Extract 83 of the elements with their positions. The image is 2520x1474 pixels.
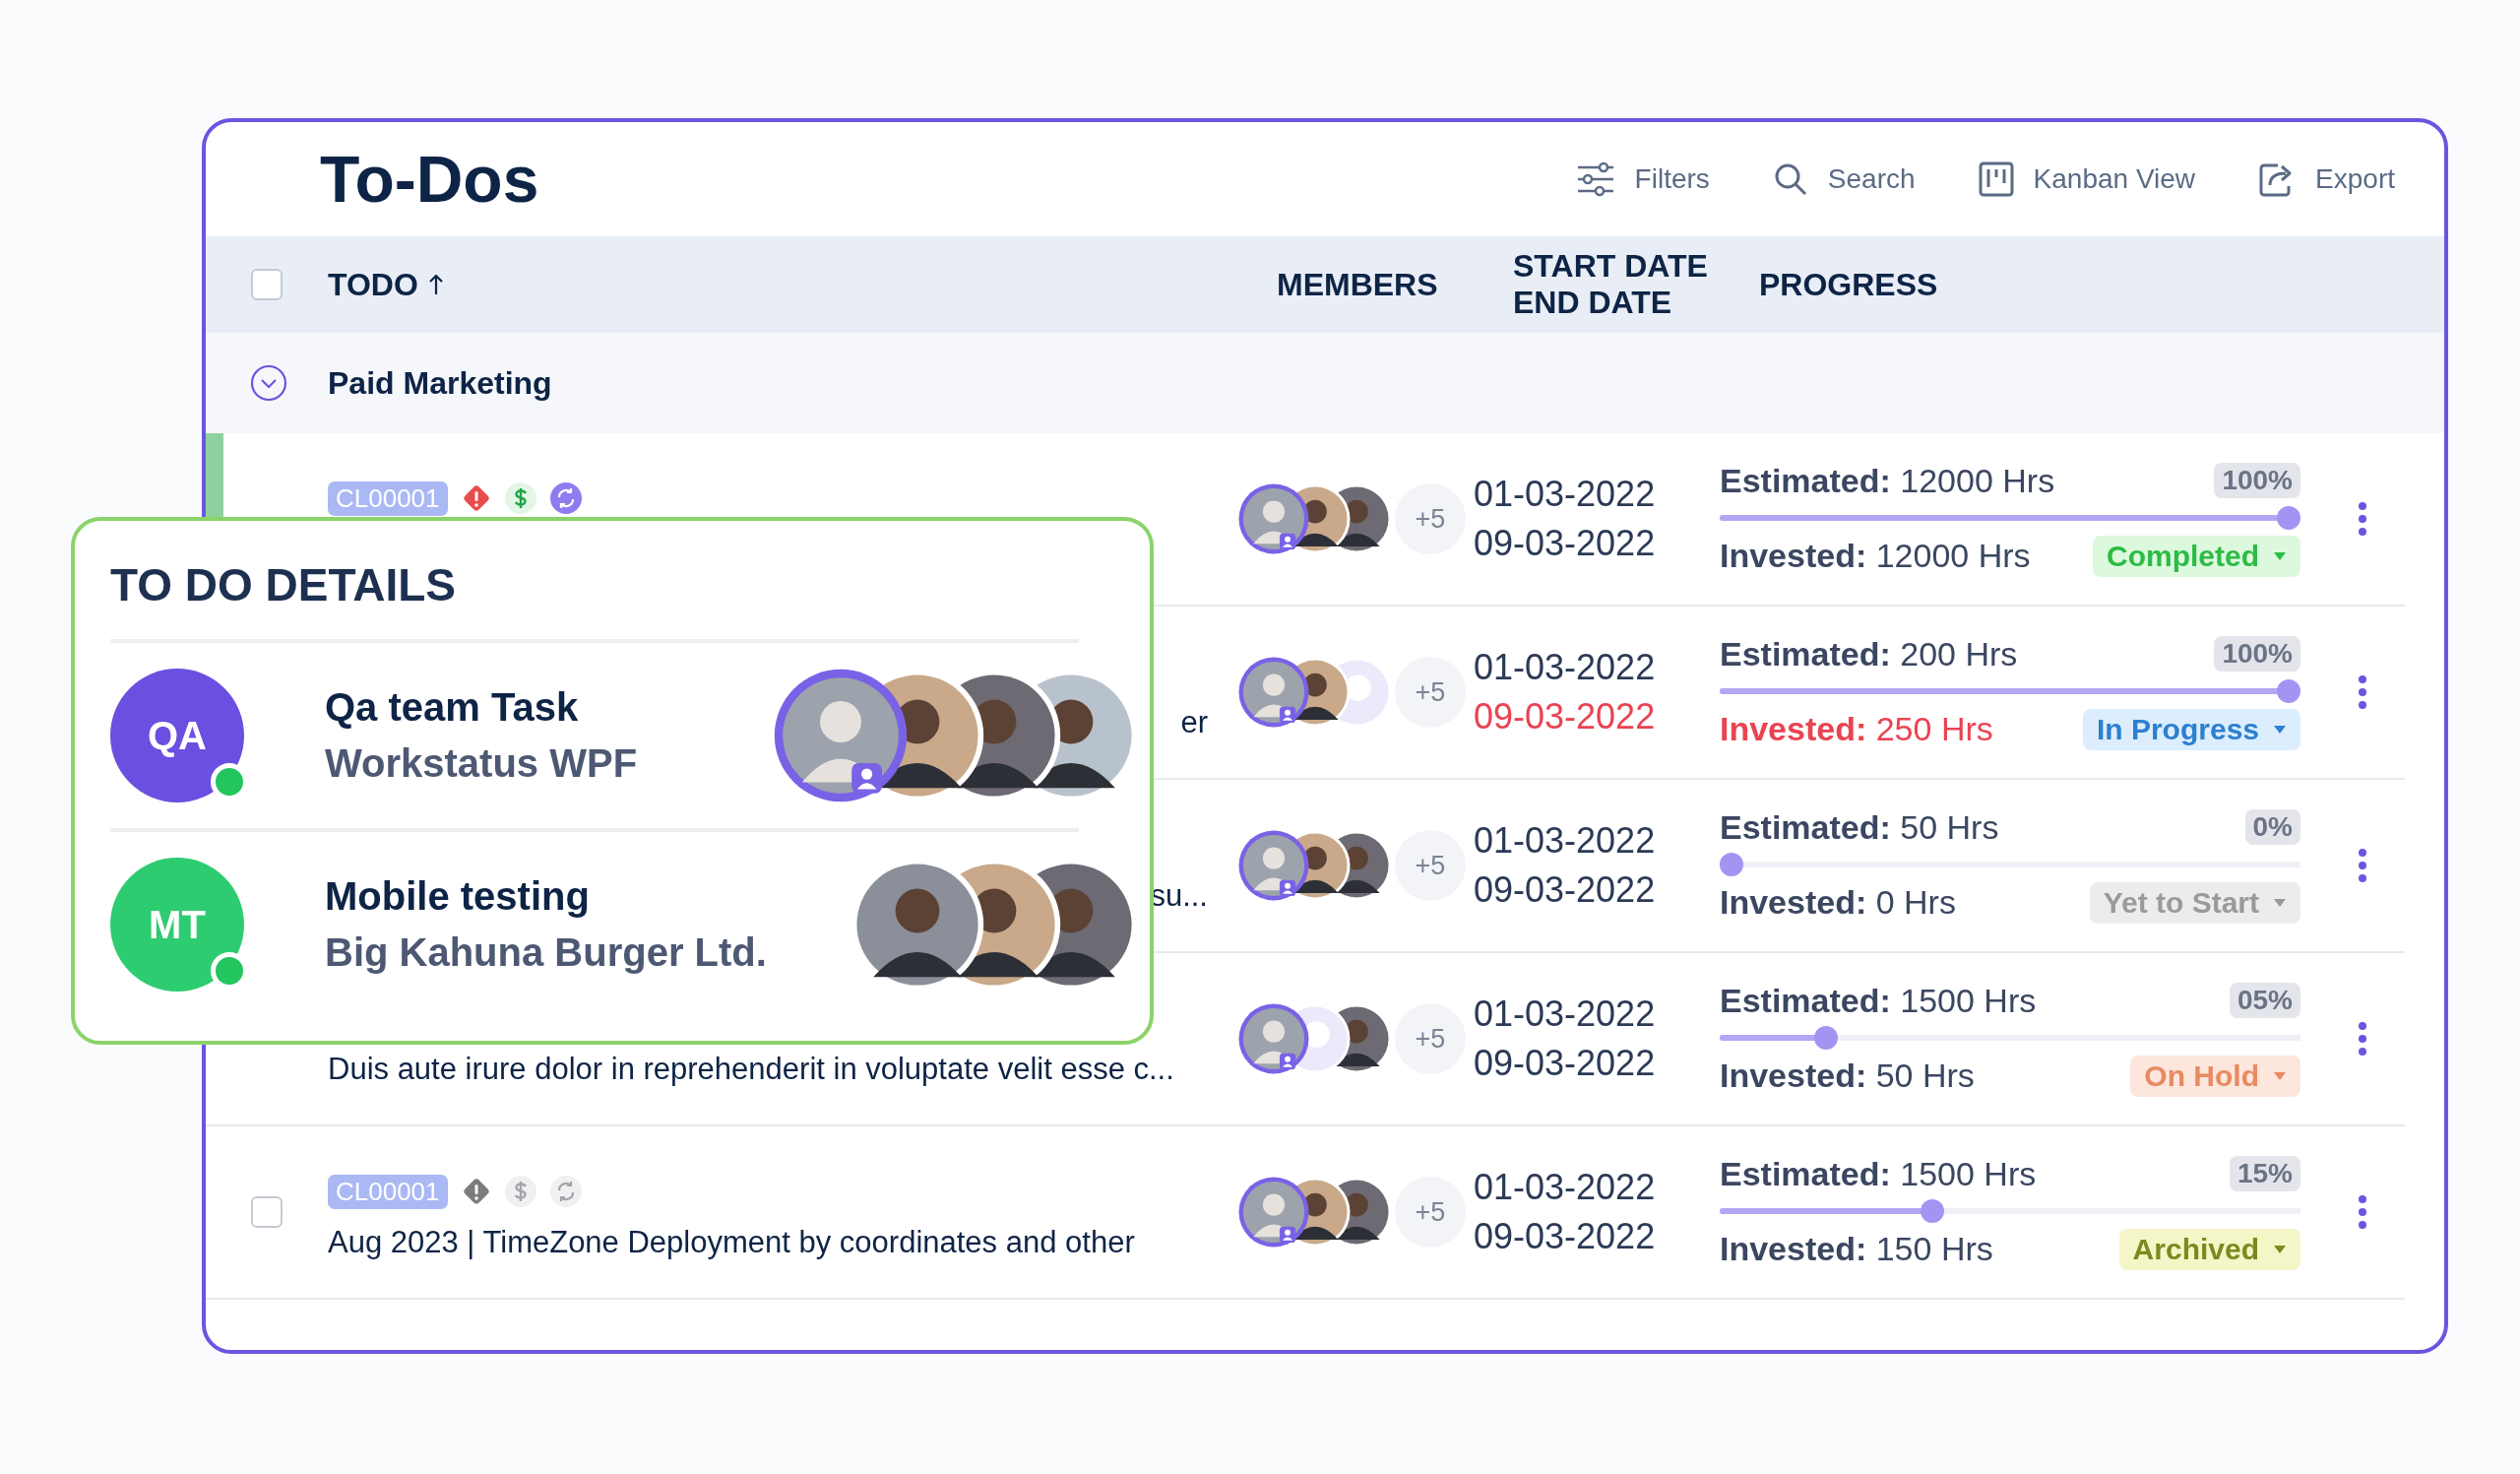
more-members-count[interactable]: +5 (1395, 1177, 1466, 1248)
popup-title: TO DO DETAILS (110, 541, 1079, 643)
more-members-count[interactable]: +5 (1395, 1003, 1466, 1074)
caret-icon (2273, 550, 2287, 561)
estimated-hours: Estimated: 12000 Hrs (1720, 461, 2055, 500)
estimated-hours: Estimated: 1500 Hrs (1720, 1154, 2037, 1193)
sync-icon (549, 1176, 582, 1207)
more-members-count[interactable]: +5 (1395, 830, 1466, 901)
end-date: 09-03-2022 (1474, 523, 1657, 564)
progress-thumb[interactable] (2277, 678, 2300, 703)
more-options-icon[interactable] (2358, 1194, 2367, 1230)
percent-badge: 05% (2229, 983, 2300, 1018)
invested-hours: Invested: 12000 Hrs (1720, 537, 2031, 575)
dollar-icon (504, 482, 536, 514)
task-title[interactable]: Duis aute irure dolor in reprehenderit in voluptate velit esse c... (328, 1052, 1237, 1087)
toolbar-button[interactable]: Search (1772, 161, 1916, 197)
dollar-icon (504, 1176, 536, 1207)
initials-avatar: MT (110, 858, 244, 992)
percent-badge: 0% (2244, 809, 2300, 845)
column-header: MEMBERS (1277, 266, 1438, 303)
more-members-count[interactable]: +5 (1395, 657, 1466, 728)
invested-hours: Invested: 50 Hrs (1720, 1057, 1975, 1095)
column-header: START DATE (1513, 248, 1709, 285)
percent-badge: 15% (2229, 1156, 2300, 1191)
column-header: END DATE (1513, 285, 1673, 321)
column-header: PROGRESS (1759, 266, 1938, 303)
task-name: Qa team Task (325, 685, 580, 730)
end-date: 09-03-2022 (1474, 869, 1657, 911)
more-options-icon[interactable] (2358, 848, 2367, 883)
task-name: Mobile testing (325, 874, 591, 919)
caret-icon (2273, 897, 2287, 908)
end-date: 09-03-2022 (1474, 1043, 1657, 1084)
toolbar-button[interactable]: Export (2258, 161, 2395, 197)
filter-icon (1575, 161, 1615, 197)
column-header[interactable]: TODO (328, 266, 418, 303)
start-date: 01-03-2022 (1474, 993, 1657, 1035)
progress-thumb[interactable] (1920, 1198, 1944, 1223)
checkbox[interactable] (251, 269, 283, 300)
end-date: 09-03-2022 (1474, 1216, 1657, 1257)
task-title[interactable]: er (1180, 705, 1208, 740)
more-members-count[interactable]: +5 (1395, 483, 1466, 554)
checkbox[interactable] (251, 1196, 283, 1228)
task-code: CL00001 (328, 481, 448, 516)
more-options-icon[interactable] (2358, 501, 2367, 537)
progress-thumb[interactable] (2277, 505, 2300, 530)
estimated-hours: Estimated: 1500 Hrs (1720, 981, 2037, 1020)
caret-icon (2273, 1244, 2287, 1254)
toolbar-button[interactable]: Kanban View (1978, 161, 2196, 197)
initials-avatar: QA (110, 669, 244, 802)
progress-thumb[interactable] (1814, 1025, 1839, 1050)
page-title: To-Dos (320, 142, 539, 217)
invested-hours: Invested: 0 Hrs (1720, 883, 1956, 922)
estimated-hours: Estimated: 200 Hrs (1720, 634, 2018, 673)
status-dropdown[interactable]: On Hold (2130, 1055, 2300, 1097)
status-dropdown[interactable]: Completed (2093, 535, 2300, 577)
progress-thumb[interactable] (1720, 852, 1743, 876)
caret-icon (2273, 1070, 2287, 1081)
start-date: 01-03-2022 (1474, 820, 1657, 862)
task-title[interactable]: Aug 2023 | TimeZone Deployment by coordinates and other (328, 1225, 1237, 1260)
status-dropdown[interactable]: Yet to Start (2089, 881, 2300, 924)
sync-icon (549, 482, 582, 514)
kanban-icon (1978, 161, 2014, 197)
toolbar-button[interactable]: Filters (1575, 161, 1710, 197)
start-date: 01-03-2022 (1474, 1167, 1657, 1208)
status-dropdown[interactable]: In Progress (2082, 708, 2300, 750)
chevron-icon[interactable] (249, 363, 288, 403)
percent-badge: 100% (2214, 463, 2300, 498)
group-label: Paid Marketing (328, 364, 552, 402)
project-name: Workstatus WPF (325, 741, 639, 786)
more-options-icon[interactable] (2358, 1021, 2367, 1057)
estimated-hours: Estimated: 50 Hrs (1720, 807, 1999, 847)
caret-icon (2273, 724, 2287, 735)
percent-badge: 100% (2214, 636, 2300, 672)
start-date: 01-03-2022 (1474, 474, 1657, 515)
invested-hours: Invested: 250 Hrs (1720, 710, 1993, 748)
invested-hours: Invested: 150 Hrs (1720, 1230, 1993, 1268)
end-date: 09-03-2022 (1474, 696, 1657, 737)
more-options-icon[interactable] (2358, 674, 2367, 710)
status-dropdown[interactable]: Archived (2118, 1228, 2300, 1270)
sort-arrow-icon[interactable] (427, 274, 444, 295)
project-name: Big Kahuna Burger Ltd. (325, 930, 768, 975)
start-date: 01-03-2022 (1474, 647, 1657, 688)
task-code: CL00001 (328, 1174, 448, 1209)
